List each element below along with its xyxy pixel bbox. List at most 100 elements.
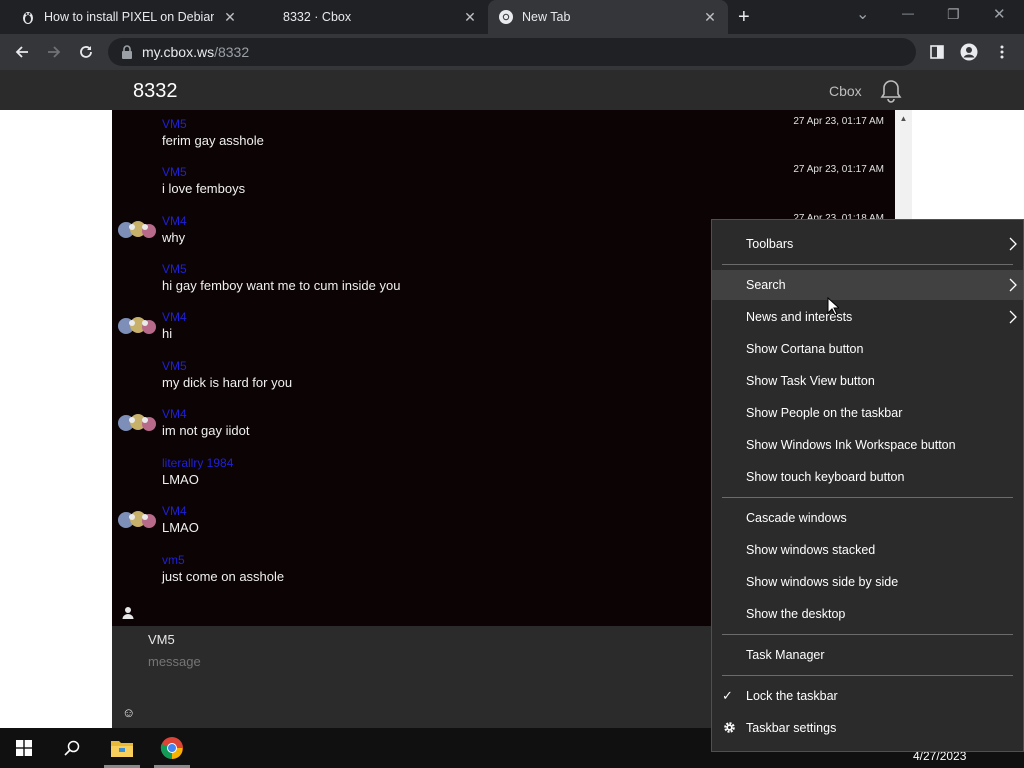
cbox-header: 8332 Cbox [0, 70, 1024, 110]
chrome-menu-button[interactable] [988, 38, 1016, 66]
restore-button[interactable]: ❐ [947, 6, 960, 23]
back-button[interactable] [8, 38, 36, 66]
message-username[interactable]: VM4 [162, 407, 187, 421]
message-text: hi gay femboy want me to cum inside you [162, 278, 401, 293]
message-username[interactable]: VM5 [162, 262, 187, 276]
address-bar[interactable]: my.cbox.ws/8332 [108, 38, 916, 66]
bell-icon[interactable] [878, 78, 904, 104]
tab-search-dropdown-icon[interactable]: ⌄ [856, 4, 869, 24]
tab-new-tab[interactable]: New Tab ✕ [488, 0, 728, 34]
compose-name-field[interactable]: VM5 [148, 632, 175, 647]
message-username[interactable]: VM4 [162, 310, 187, 324]
user-avatar-icon[interactable] [118, 410, 158, 436]
message-text: im not gay iidot [162, 423, 250, 438]
side-panel-button[interactable] [923, 38, 951, 66]
tab-cbox[interactable]: 8332 · Cbox ✕ [248, 0, 488, 34]
url-path: /8332 [214, 44, 250, 60]
menu-separator [722, 675, 1013, 676]
minimize-button[interactable]: — [902, 6, 914, 20]
message-text: ferim gay asshole [162, 133, 264, 148]
menu-item-taskbar-settings[interactable]: Taskbar settings [712, 713, 1023, 743]
message-timestamp: 27 Apr 23, 01:17 AM [793, 164, 884, 175]
message-text: just come on asshole [162, 569, 285, 584]
message-text: my dick is hard for you [162, 375, 293, 390]
menu-item-label: Show touch keyboard button [746, 470, 905, 484]
taskbar-search-button[interactable] [48, 728, 96, 768]
menu-item-show-windows-ink-workspace-button[interactable]: Show Windows Ink Workspace button [712, 430, 1023, 460]
menu-item-lock-the-taskbar[interactable]: ✓ Lock the taskbar [712, 681, 1023, 711]
taskbar-context-menu: Toolbars Search News and interests Show Cor… [711, 219, 1024, 752]
message-username[interactable]: VM5 [162, 359, 187, 373]
start-button[interactable] [0, 728, 48, 768]
menu-item-search[interactable]: Search [712, 270, 1023, 300]
message-timestamp: 27 Apr 23, 01:17 AM [793, 116, 884, 127]
menu-item-cascade-windows[interactable]: Cascade windows [712, 503, 1023, 533]
message-username[interactable]: VM4 [162, 214, 187, 228]
message-username[interactable]: VM5 [162, 165, 187, 179]
menu-item-news-and-interests[interactable]: News and interests [712, 302, 1023, 332]
menu-item-label: Show windows side by side [746, 575, 899, 589]
tux-favicon-icon [23, 12, 33, 24]
browser-tab-strip: How to install PIXEL on Debian B ✕ 8332 … [0, 0, 1024, 34]
tab-title: New Tab [522, 10, 571, 24]
menu-item-label: Search [746, 278, 786, 292]
message-text: hi [162, 326, 173, 341]
gear-icon [724, 722, 735, 733]
message-username[interactable]: literallry 1984 [162, 456, 233, 470]
kebab-menu-icon [1000, 45, 1004, 59]
menu-item-show-task-view-button[interactable]: Show Task View button [712, 366, 1023, 396]
message-username[interactable]: VM4 [162, 504, 187, 518]
menu-item-show-the-desktop[interactable]: Show the desktop [712, 599, 1023, 629]
url-text[interactable]: my.cbox.ws/8332 [142, 44, 249, 60]
emoji-icon[interactable]: ☺ [122, 706, 136, 720]
menu-item-show-windows-stacked[interactable]: Show windows stacked [712, 535, 1023, 565]
message-username[interactable]: VM5 [162, 117, 187, 131]
scroll-up-arrow-icon[interactable]: ▲ [895, 114, 912, 126]
menu-item-label: Taskbar settings [746, 721, 837, 735]
chrome-taskbar-button[interactable] [148, 728, 196, 768]
menu-item-label: Show Cortana button [746, 342, 864, 356]
menu-item-show-touch-keyboard-button[interactable]: Show touch keyboard button [712, 462, 1023, 492]
menu-item-show-windows-side-by-side[interactable]: Show windows side by side [712, 567, 1023, 597]
chat-message: VM5 i love femboys 27 Apr 23, 01:17 AM [112, 158, 895, 206]
tab-close-icon[interactable]: ✕ [462, 9, 478, 25]
user-avatar-icon[interactable] [118, 507, 158, 533]
user-avatar-icon[interactable] [118, 217, 158, 243]
menu-item-show-cortana-button[interactable]: Show Cortana button [712, 334, 1023, 364]
profile-button[interactable] [955, 38, 983, 66]
menu-item-label: Show People on the taskbar [746, 406, 903, 420]
chrome-icon [160, 737, 183, 759]
folder-icon [111, 741, 133, 757]
message-username[interactable]: vm5 [162, 553, 185, 567]
lock-icon[interactable] [120, 44, 134, 60]
menu-item-show-people-on-the-taskbar[interactable]: Show People on the taskbar [712, 398, 1023, 428]
tab-title: 8332 · Cbox [283, 10, 352, 24]
menu-separator [722, 497, 1013, 498]
menu-item-label: Toolbars [746, 237, 794, 251]
chat-message: VM5 ferim gay asshole 27 Apr 23, 01:17 AM [112, 110, 895, 158]
tab-close-icon[interactable]: ✕ [702, 9, 718, 25]
tab-how-to-install-pixel[interactable]: How to install PIXEL on Debian B ✕ [10, 0, 248, 34]
menu-item-label: Lock the taskbar [746, 689, 838, 703]
reload-button[interactable] [72, 38, 100, 66]
new-tab-button[interactable]: + [738, 6, 750, 29]
menu-item-label: Show the desktop [746, 607, 846, 621]
message-text: LMAO [162, 472, 199, 487]
menu-item-toolbars[interactable]: Toolbars [712, 229, 1023, 259]
message-input[interactable] [148, 654, 548, 669]
back-arrow-icon [15, 46, 28, 58]
forward-button[interactable] [40, 38, 68, 66]
file-explorer-button[interactable] [98, 728, 146, 768]
cbox-brand-link[interactable]: Cbox [829, 83, 862, 99]
menu-item-label: Show windows stacked [746, 543, 876, 557]
close-window-button[interactable]: ✕ [993, 5, 1006, 23]
chevron-right-icon [1009, 310, 1017, 324]
url-host: my.cbox.ws [142, 44, 215, 60]
tab-close-icon[interactable]: ✕ [222, 9, 238, 25]
user-avatar-icon[interactable] [118, 313, 158, 339]
user-icon[interactable] [122, 606, 134, 619]
user-bar [112, 600, 712, 626]
forward-arrow-icon [48, 46, 61, 58]
tab-title: How to install PIXEL on Debian B [44, 10, 214, 24]
menu-item-task-manager[interactable]: Task Manager [712, 640, 1023, 670]
